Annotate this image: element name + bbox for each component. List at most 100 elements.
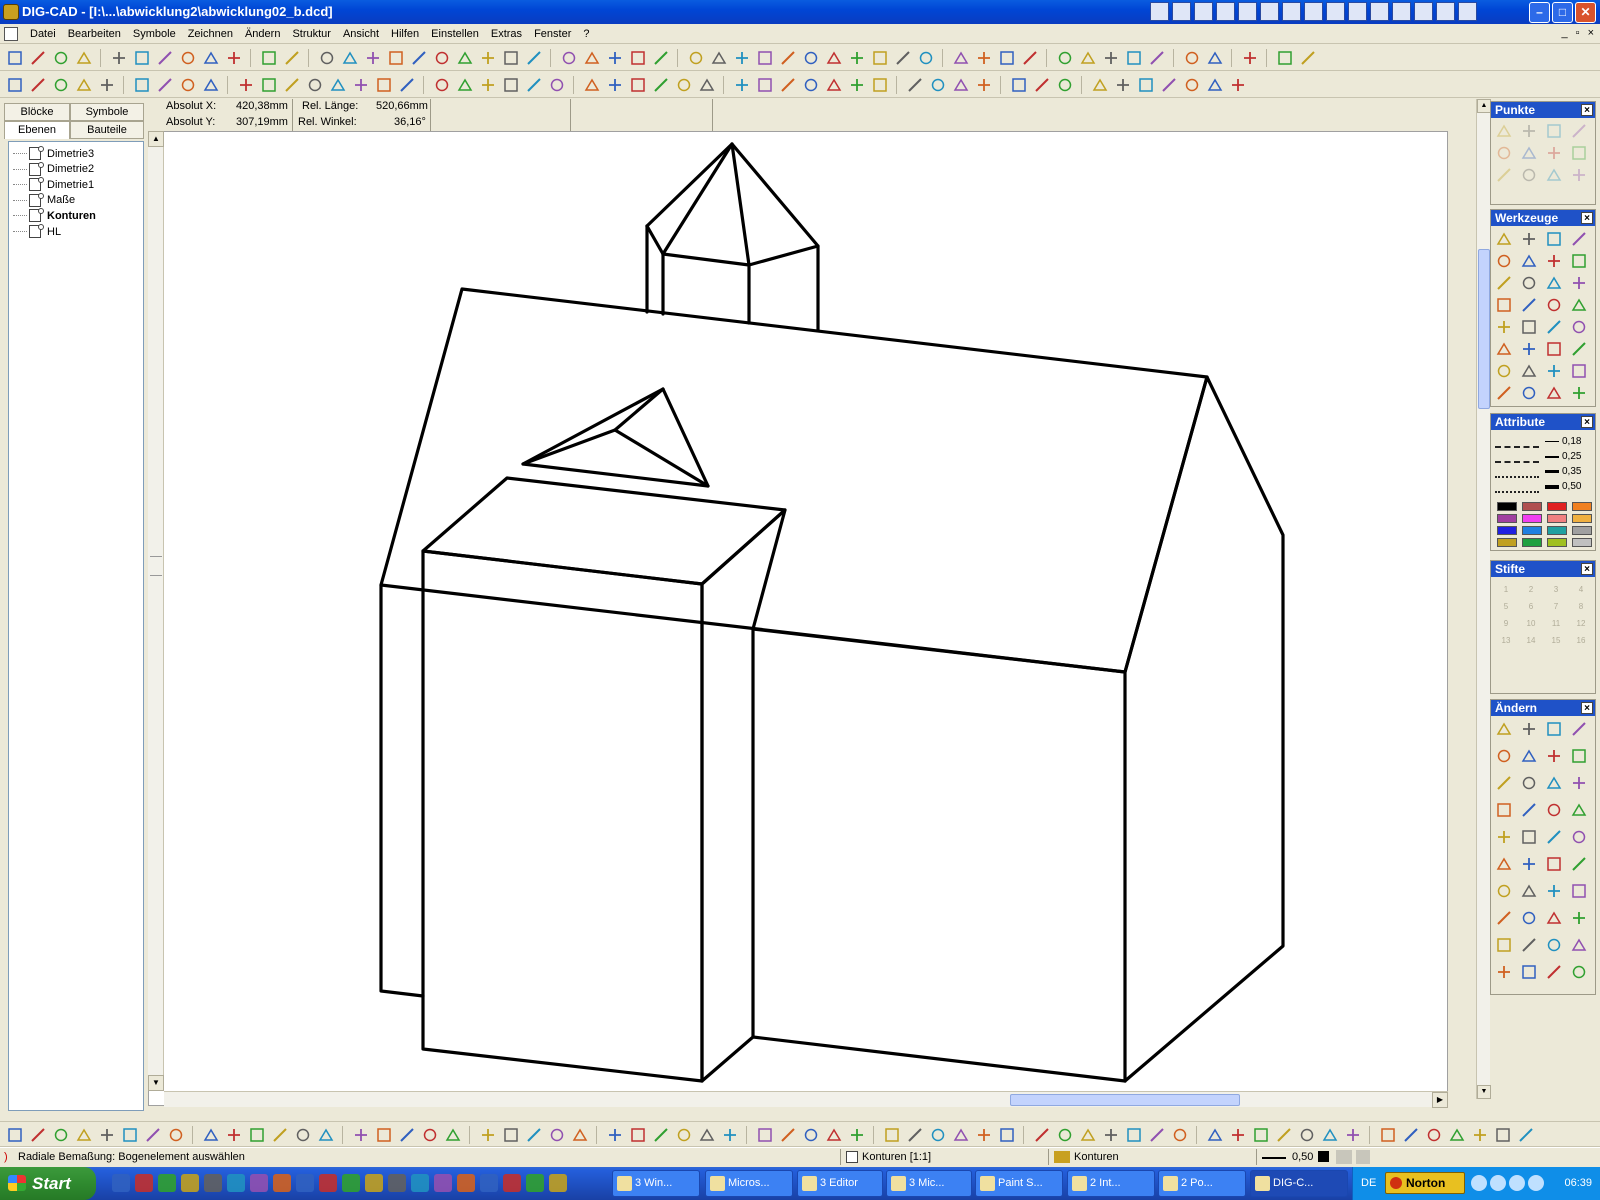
- tool-icon[interactable]: [1495, 774, 1515, 792]
- tool-icon[interactable]: [1495, 801, 1515, 819]
- tool-icon[interactable]: [1402, 1126, 1421, 1144]
- pen-slot[interactable]: 4: [1570, 585, 1592, 594]
- tool-icon[interactable]: [398, 76, 417, 94]
- layer-item[interactable]: HL: [13, 224, 61, 239]
- shortcut-icon[interactable]: [1194, 2, 1213, 21]
- tool-icon[interactable]: [479, 76, 498, 94]
- layer-item[interactable]: Maße: [13, 192, 75, 208]
- tool-icon[interactable]: [1520, 855, 1540, 873]
- tool-icon[interactable]: [756, 1126, 775, 1144]
- house-front-base[interactable]: [751, 1035, 1127, 1083]
- tool-icon[interactable]: [502, 1126, 521, 1144]
- tool-icon[interactable]: [237, 76, 256, 94]
- tool-icon[interactable]: [929, 76, 948, 94]
- tool-icon[interactable]: [179, 49, 198, 67]
- layer-scale[interactable]: Konturen [1:1]: [862, 1150, 931, 1165]
- tool-icon[interactable]: [1570, 936, 1590, 954]
- tool-icon[interactable]: [1148, 1126, 1167, 1144]
- menu-item[interactable]: Hilfen: [385, 28, 425, 40]
- horizontal-scrollbar[interactable]: ▶: [164, 1091, 1448, 1108]
- tool-icon[interactable]: [1570, 882, 1590, 900]
- tool-icon[interactable]: [1545, 855, 1565, 873]
- line-width-option[interactable]: 0,35: [1545, 464, 1581, 479]
- tool-icon[interactable]: [1520, 774, 1540, 792]
- tool-icon[interactable]: [1520, 828, 1540, 846]
- tool-icon[interactable]: [1545, 318, 1565, 336]
- tool-icon[interactable]: [1494, 1126, 1513, 1144]
- scroll-thumb[interactable]: [1478, 249, 1490, 409]
- taskbar-button[interactable]: Paint S...: [975, 1170, 1063, 1197]
- scroll-down-icon[interactable]: ▼: [148, 1075, 164, 1091]
- tool-icon[interactable]: [1570, 144, 1590, 162]
- tool-icon[interactable]: [306, 76, 325, 94]
- tool-icon[interactable]: [848, 1126, 867, 1144]
- tool-icon[interactable]: [1570, 230, 1590, 248]
- tool-icon[interactable]: [1010, 76, 1029, 94]
- hand-icon[interactable]: [1336, 1150, 1352, 1164]
- tool-icon[interactable]: [1495, 296, 1515, 314]
- tool-icon[interactable]: [698, 1126, 717, 1144]
- pen-slot[interactable]: 5: [1495, 602, 1517, 611]
- tool-icon[interactable]: [1229, 1126, 1248, 1144]
- pen-slot[interactable]: 9: [1495, 619, 1517, 628]
- menu-item[interactable]: Ändern: [239, 28, 286, 40]
- tool-icon[interactable]: [1545, 340, 1565, 358]
- layer-item[interactable]: Dimetrie1: [13, 177, 94, 192]
- tool-icon[interactable]: [825, 76, 844, 94]
- tool-icon[interactable]: [721, 1126, 740, 1144]
- tool-icon[interactable]: [1495, 747, 1515, 765]
- tool-icon[interactable]: [387, 49, 406, 67]
- tool-icon[interactable]: [1570, 747, 1590, 765]
- tool-icon[interactable]: [202, 76, 221, 94]
- tool-icon[interactable]: [733, 76, 752, 94]
- line-width-option[interactable]: 0,18: [1545, 434, 1581, 449]
- tool-icon[interactable]: [479, 1126, 498, 1144]
- tool-icon[interactable]: [883, 1126, 902, 1144]
- vertical-scrollbar[interactable]: ▲ ▼: [148, 131, 164, 1091]
- tool-icon[interactable]: [1545, 720, 1565, 738]
- tool-icon[interactable]: [952, 76, 971, 94]
- tool-icon[interactable]: [121, 1126, 140, 1144]
- chimney-face[interactable]: [661, 244, 820, 267]
- tool-icon[interactable]: [1079, 49, 1098, 67]
- tool-icon[interactable]: [779, 49, 798, 67]
- tool-icon[interactable]: [1570, 828, 1590, 846]
- tool-icon[interactable]: [421, 1126, 440, 1144]
- pen-slot[interactable]: 10: [1520, 619, 1542, 628]
- tool-icon[interactable]: [1545, 252, 1565, 270]
- norton-button[interactable]: Norton: [1385, 1172, 1465, 1194]
- color-swatch[interactable]: [1572, 502, 1592, 511]
- shortcut-icon[interactable]: [1414, 2, 1433, 21]
- tool-icon[interactable]: [156, 49, 175, 67]
- line-style-option[interactable]: [1495, 479, 1539, 493]
- house-front-edge[interactable]: [751, 627, 1127, 674]
- tool-icon[interactable]: [1033, 1126, 1052, 1144]
- tower-front[interactable]: [421, 549, 704, 1083]
- tool-icon[interactable]: [1495, 720, 1515, 738]
- tool-icon[interactable]: [1520, 230, 1540, 248]
- pen-slot[interactable]: 13: [1495, 636, 1517, 645]
- tool-icon[interactable]: [52, 49, 71, 67]
- tool-icon[interactable]: [202, 49, 221, 67]
- shortcut-icon[interactable]: [1392, 2, 1411, 21]
- tool-icon[interactable]: [525, 76, 544, 94]
- tool-icon[interactable]: [998, 49, 1017, 67]
- tool-icon[interactable]: [1241, 49, 1260, 67]
- tool-icon[interactable]: [1520, 166, 1540, 184]
- tray-icon[interactable]: [1509, 1175, 1525, 1191]
- tab-symbole[interactable]: Symbole: [70, 103, 144, 121]
- tool-icon[interactable]: [825, 49, 844, 67]
- document-icon[interactable]: [4, 27, 18, 41]
- color-swatch[interactable]: [1547, 538, 1567, 547]
- tool-icon[interactable]: [1545, 384, 1565, 402]
- pen-slot[interactable]: 7: [1545, 602, 1567, 611]
- start-button[interactable]: Start: [0, 1167, 96, 1200]
- tool-icon[interactable]: [1056, 76, 1075, 94]
- shortcut-icon[interactable]: [1238, 2, 1257, 21]
- taskbar-button[interactable]: 2 Po...: [1158, 1170, 1246, 1197]
- tool-icon[interactable]: [1520, 801, 1540, 819]
- tool-icon[interactable]: [1056, 1126, 1075, 1144]
- quick-launch-icon[interactable]: [503, 1174, 521, 1192]
- tool-icon[interactable]: [1545, 166, 1565, 184]
- tool-icon[interactable]: [433, 49, 452, 67]
